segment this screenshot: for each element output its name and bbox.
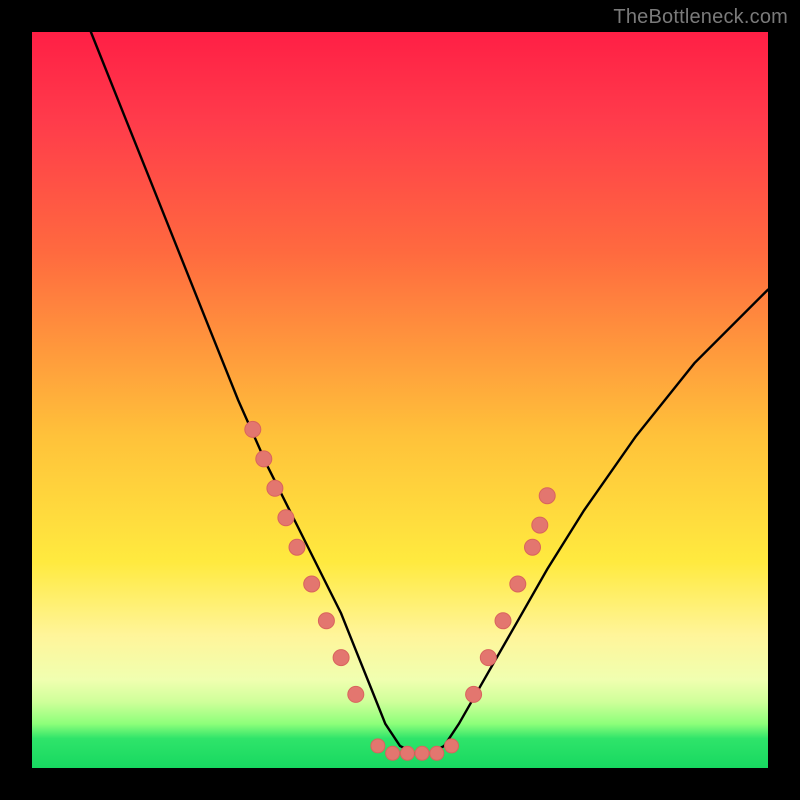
data-marker	[445, 739, 459, 753]
data-marker	[430, 746, 444, 760]
data-marker	[532, 517, 548, 533]
data-marker	[525, 539, 541, 555]
plot-area	[32, 32, 768, 768]
markers-left-branch	[245, 421, 364, 702]
chart-svg	[32, 32, 768, 768]
data-marker	[289, 539, 305, 555]
data-marker	[466, 686, 482, 702]
chart-stage: TheBottleneck.com	[0, 0, 800, 800]
data-marker	[415, 746, 429, 760]
data-marker	[245, 421, 261, 437]
markers-right-branch	[466, 488, 556, 703]
data-marker	[304, 576, 320, 592]
data-marker	[480, 650, 496, 666]
data-marker	[510, 576, 526, 592]
data-marker	[267, 480, 283, 496]
data-marker	[333, 650, 349, 666]
watermark-text: TheBottleneck.com	[613, 6, 788, 29]
data-marker	[278, 510, 294, 526]
markers-flat-bottom	[371, 739, 459, 760]
data-marker	[371, 739, 385, 753]
data-marker	[318, 613, 334, 629]
data-marker	[256, 451, 272, 467]
data-marker	[348, 686, 364, 702]
data-marker	[386, 746, 400, 760]
data-marker	[539, 488, 555, 504]
data-marker	[400, 746, 414, 760]
bottleneck-curve	[91, 32, 768, 753]
data-marker	[495, 613, 511, 629]
